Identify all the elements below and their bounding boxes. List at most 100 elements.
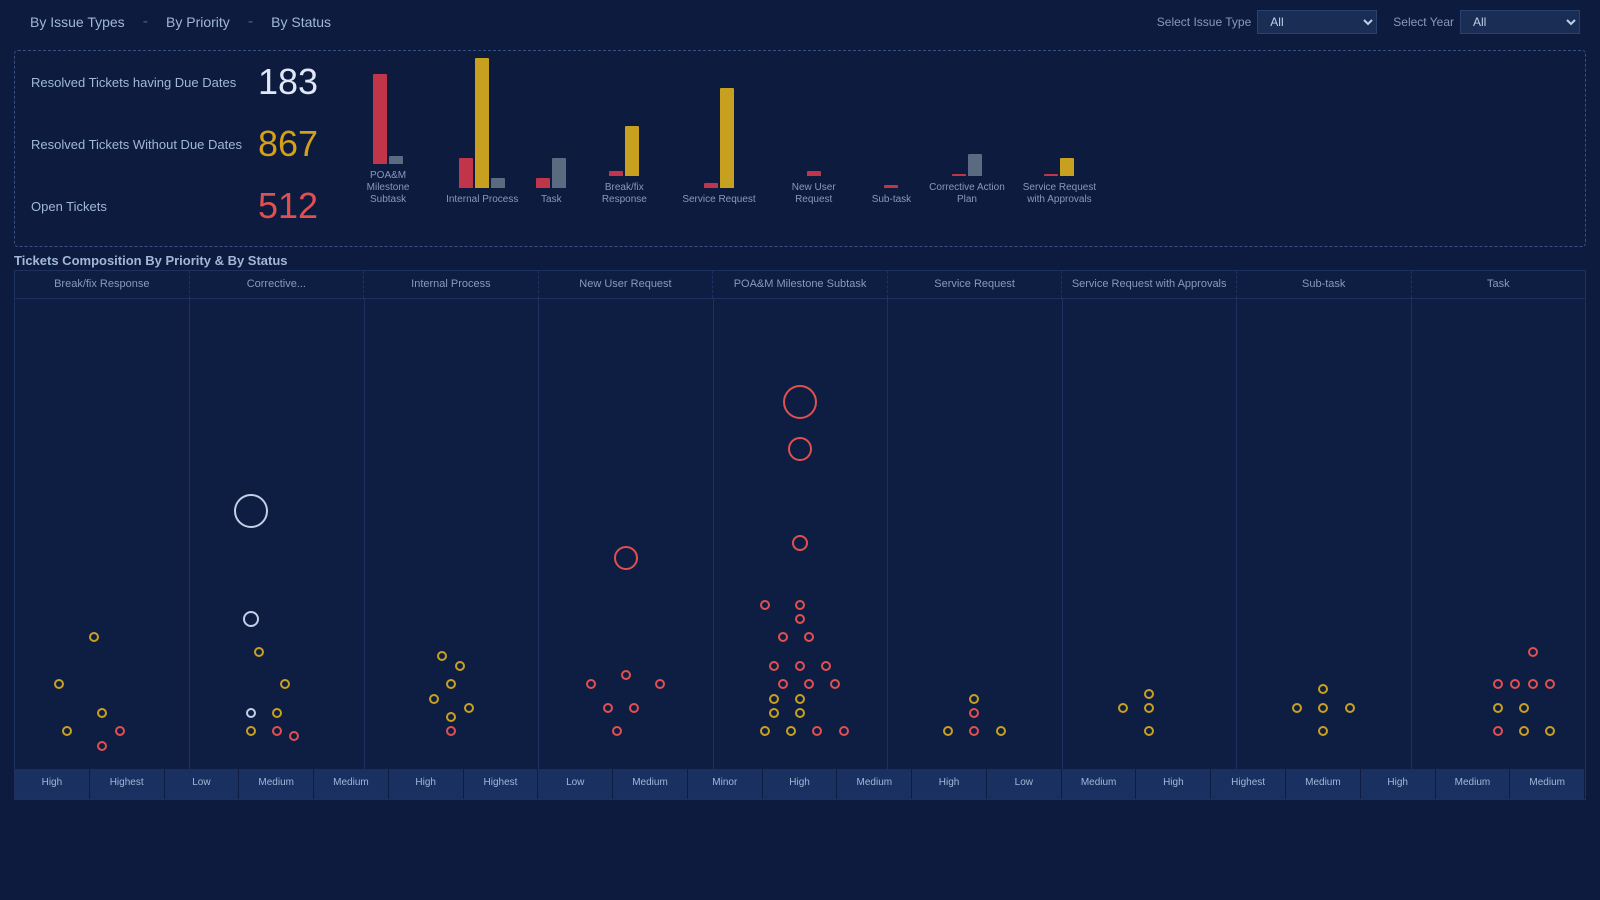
scatter-bubble <box>629 703 639 713</box>
priority-cell: Highest <box>1211 769 1286 799</box>
col-divider <box>887 299 888 769</box>
scatter-section-title: Tickets Composition By Priority & By Sta… <box>14 253 1586 268</box>
scatter-bubble <box>1318 703 1328 713</box>
scatter-bubble <box>612 726 622 736</box>
issue-type-filter: Select Issue Type All <box>1157 10 1378 34</box>
resolved-with-due-row: Resolved Tickets having Due Dates 183 <box>31 61 318 103</box>
bar-group: Service Request <box>682 88 755 206</box>
priority-cell: High <box>15 769 90 799</box>
col-divider <box>1062 299 1063 769</box>
scatter-bubble <box>246 726 256 736</box>
col-divider <box>364 299 365 769</box>
priority-cell: High <box>763 769 838 799</box>
priority-cell: High <box>1136 769 1211 799</box>
scatter-bubble <box>115 726 125 736</box>
summary-box: Resolved Tickets having Due Dates 183 Re… <box>14 50 1586 247</box>
scatter-bubble <box>760 600 770 610</box>
scatter-bubble <box>1519 703 1529 713</box>
gray-bar <box>968 154 982 176</box>
bar-label: Internal Process <box>446 194 518 206</box>
resolved-without-due-label: Resolved Tickets Without Due Dates <box>31 137 242 152</box>
red-bar <box>884 185 898 188</box>
scatter-bubble <box>1545 679 1555 689</box>
scatter-bubble <box>778 632 788 642</box>
priority-cell: Medium <box>613 769 688 799</box>
scatter-bubble <box>446 712 456 722</box>
open-tickets-value: 512 <box>258 185 318 227</box>
scatter-bubble <box>830 679 840 689</box>
priority-cell: Highest <box>464 769 539 799</box>
scatter-bubble <box>769 661 779 671</box>
open-tickets-label: Open Tickets <box>31 199 242 214</box>
bar-label: Service Request with Approvals <box>1023 182 1096 206</box>
red-bar <box>373 74 387 164</box>
red-bar <box>536 178 550 188</box>
red-bar <box>459 158 473 188</box>
stats-column: Resolved Tickets having Due Dates 183 Re… <box>31 61 318 227</box>
priority-cell: Highest <box>90 769 165 799</box>
col-divider <box>538 299 539 769</box>
scatter-col-header: New User Request <box>539 271 714 298</box>
yellow-bar <box>475 58 489 188</box>
priority-cell: Medium <box>1286 769 1361 799</box>
resolved-without-due-row: Resolved Tickets Without Due Dates 867 <box>31 123 318 165</box>
summary-bar-chart: POA&M Milestone Subtask Internal Process T… <box>348 61 1569 236</box>
priority-cell: Minor <box>688 769 763 799</box>
col-divider <box>1411 299 1412 769</box>
scatter-bubble <box>54 679 64 689</box>
bar-group: Internal Process <box>446 58 518 206</box>
scatter-bubble <box>769 694 779 704</box>
scatter-bubble <box>272 726 282 736</box>
priority-cell: Medium <box>239 769 314 799</box>
tab-by-priority[interactable]: By Priority <box>156 8 240 36</box>
gray-bar <box>389 156 403 164</box>
bar-label: Corrective Action Plan <box>929 182 1005 206</box>
resolved-without-due-value: 867 <box>258 123 318 165</box>
scatter-bubble <box>1292 703 1302 713</box>
bar-group: Task <box>536 158 566 206</box>
scatter-col-headers: Break/fix ResponseCorrective...Internal … <box>15 271 1585 299</box>
tab-by-issue-types[interactable]: By Issue Types <box>20 8 135 36</box>
tab-by-status[interactable]: By Status <box>261 8 341 36</box>
year-select[interactable]: All <box>1460 10 1580 34</box>
scatter-bubble <box>783 385 817 419</box>
scatter-bubble <box>1545 726 1555 736</box>
priority-cell: Low <box>538 769 613 799</box>
red-bar <box>952 174 966 176</box>
scatter-col-header: POA&M Milestone Subtask <box>713 271 888 298</box>
col-divider <box>1236 299 1237 769</box>
scatter-bubble <box>1144 689 1154 699</box>
scatter-bubble <box>446 679 456 689</box>
scatter-bubble <box>812 726 822 736</box>
year-label: Select Year <box>1393 15 1454 29</box>
scatter-bubble <box>1528 679 1538 689</box>
scatter-bubble <box>446 726 456 736</box>
scatter-bubble <box>614 546 638 570</box>
resolved-with-due-label: Resolved Tickets having Due Dates <box>31 75 242 90</box>
scatter-bubble <box>603 703 613 713</box>
scatter-bubble <box>1318 684 1328 694</box>
filter-area: Select Issue Type All Select Year All <box>1157 10 1580 34</box>
scatter-bubble <box>621 670 631 680</box>
scatter-col-header: Task <box>1412 271 1586 298</box>
scatter-bubble <box>1528 647 1538 657</box>
scatter-bubble <box>795 708 805 718</box>
scatter-bubble <box>272 708 282 718</box>
scatter-bubble <box>804 632 814 642</box>
red-bar <box>704 183 718 188</box>
yellow-bar <box>720 88 734 188</box>
scatter-bubble <box>760 726 770 736</box>
bar-group: POA&M Milestone Subtask <box>348 74 428 206</box>
bar-label: POA&M Milestone Subtask <box>348 170 428 206</box>
scatter-bubble <box>655 679 665 689</box>
scatter-bubble <box>1144 703 1154 713</box>
scatter-bubble <box>1345 703 1355 713</box>
scatter-bubble <box>1493 703 1503 713</box>
red-bar <box>1044 174 1058 176</box>
issue-type-select[interactable]: All <box>1257 10 1377 34</box>
bar-label: Task <box>541 194 562 206</box>
scatter-bubble <box>996 726 1006 736</box>
year-filter: Select Year All <box>1393 10 1580 34</box>
scatter-bubble <box>464 703 474 713</box>
bar-group: Break/fix Response <box>584 126 664 206</box>
